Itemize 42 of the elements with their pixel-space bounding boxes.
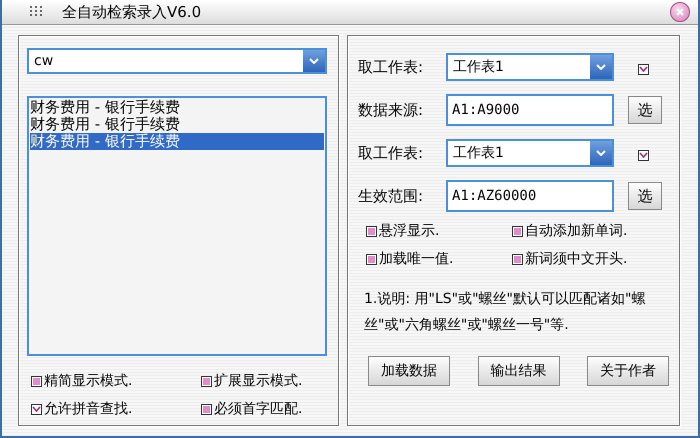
- note-text: 1.说明: 用"LS"或"螺丝"默认可以匹配诸如"螺丝"或"六角螺丝"或"螺丝一号"等.: [364, 290, 646, 335]
- select-button[interactable]: 选: [628, 96, 662, 124]
- list-item[interactable]: 财务费用 - 银行手续费: [30, 133, 324, 150]
- checkbox-option[interactable]: 新词须中文开头.: [512, 250, 672, 268]
- close-button[interactable]: [670, 2, 690, 22]
- range-field[interactable]: A1:AZ60000: [446, 180, 614, 212]
- sheet-combo[interactable]: 工作表1: [446, 53, 614, 81]
- checkbox[interactable]: [512, 254, 523, 264]
- field-label: 生效范围:: [358, 186, 424, 206]
- checkbox[interactable]: [201, 404, 212, 414]
- checkbox-option[interactable]: 自动添加新单词.: [512, 222, 672, 240]
- checkbox-option[interactable]: 加载唯一值.: [366, 250, 512, 268]
- search-combo[interactable]: cw: [27, 48, 327, 74]
- checkbox[interactable]: [366, 226, 377, 236]
- list-item[interactable]: 财务费用 - 银行手续费: [30, 99, 324, 116]
- checkbox[interactable]: [512, 226, 523, 236]
- caret-icon: [596, 64, 606, 70]
- checkbox-option[interactable]: 扩展显示模式.: [201, 372, 331, 390]
- action-button[interactable]: 输出结果: [478, 356, 560, 386]
- sheet-combo[interactable]: 工作表1: [446, 139, 614, 167]
- checkbox-option[interactable]: 允许拼音查找.: [31, 400, 201, 418]
- list-item[interactable]: 财务费用 - 银行手续费: [30, 116, 324, 133]
- close-icon: [675, 7, 685, 17]
- field-label: 取工作表:: [358, 144, 424, 162]
- checkbox-option[interactable]: 精简显示模式.: [31, 372, 201, 390]
- field-label: 取工作表:: [358, 58, 424, 76]
- action-button[interactable]: 关于作者: [587, 356, 669, 386]
- checkbox[interactable]: [366, 254, 377, 264]
- checkbox[interactable]: [31, 404, 42, 414]
- checkbox[interactable]: [638, 150, 649, 160]
- select-button[interactable]: 选: [628, 182, 662, 210]
- range-field[interactable]: A1:A9000: [446, 94, 614, 126]
- checkbox[interactable]: [31, 376, 42, 386]
- checkbox-option[interactable]: 必须首字匹配.: [201, 400, 331, 418]
- caret-icon: [309, 58, 319, 64]
- window-title: 全自动检索录入V6.0: [62, 2, 202, 22]
- caret-icon: [596, 150, 606, 156]
- checkbox[interactable]: [201, 376, 212, 386]
- field-label: 数据来源:: [358, 100, 424, 120]
- checkbox[interactable]: [638, 64, 649, 74]
- action-button[interactable]: 加载数据: [368, 356, 450, 386]
- checkbox-option[interactable]: 悬浮显示.: [366, 222, 512, 240]
